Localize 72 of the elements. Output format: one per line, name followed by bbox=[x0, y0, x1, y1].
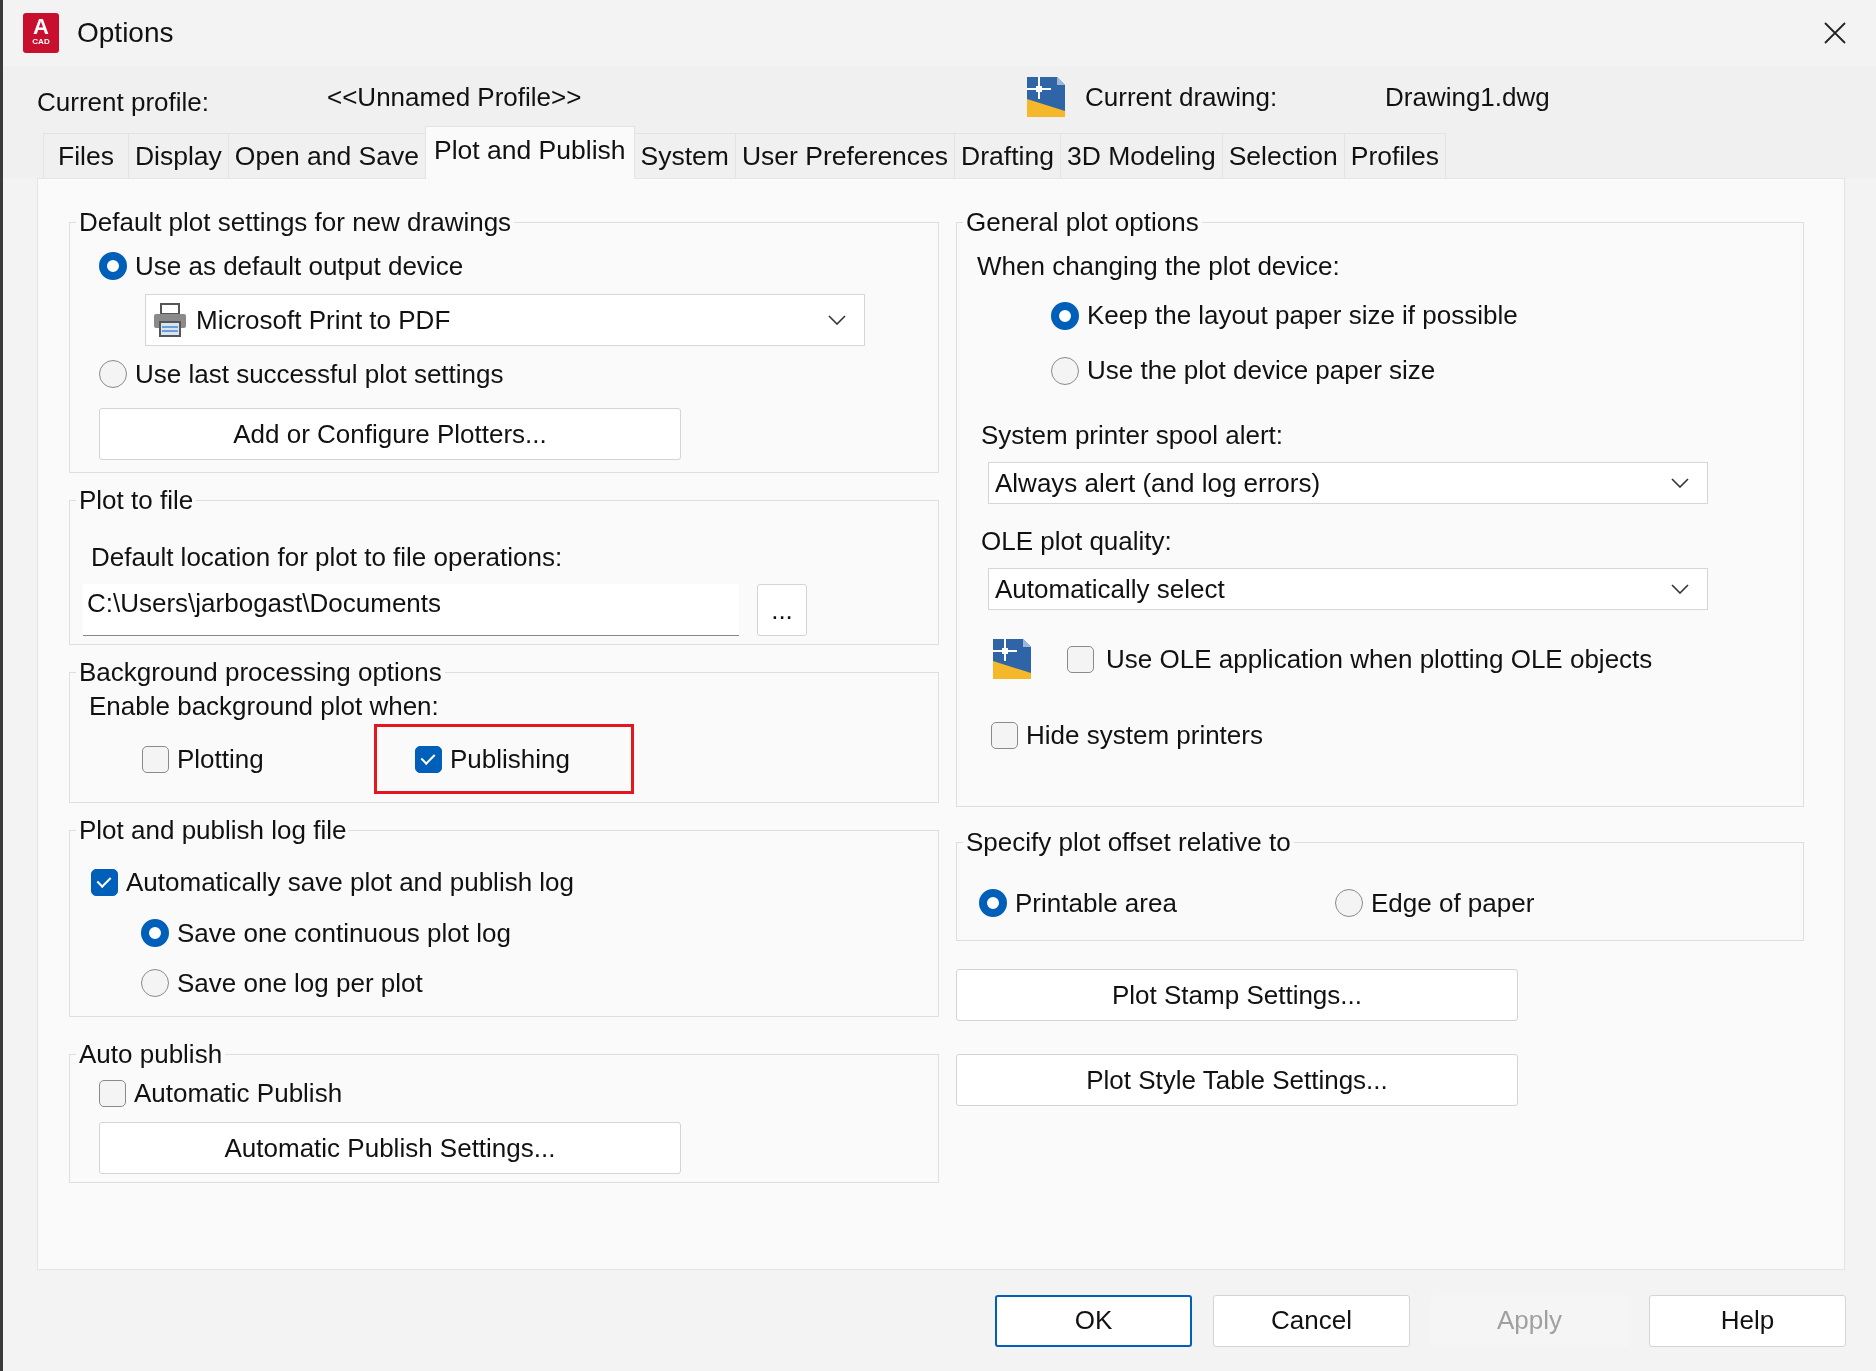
checkbox[interactable] bbox=[991, 721, 1018, 749]
configure-plotters-button[interactable]: Add or Configure Plotters... bbox=[99, 408, 681, 460]
dropdown-value: Always alert (and log errors) bbox=[995, 467, 1322, 499]
drawing-label: Current drawing: bbox=[1085, 81, 1279, 113]
checkbox[interactable] bbox=[99, 1079, 126, 1107]
drawing-file-icon bbox=[993, 639, 1031, 679]
radio-button[interactable] bbox=[141, 969, 169, 997]
radio-label: Keep the layout paper size if possible bbox=[1087, 300, 1518, 331]
dropdown-value: Automatically select bbox=[995, 573, 1226, 605]
checkbox-label: Use OLE application when plotting OLE objects bbox=[1106, 643, 1653, 675]
profile-name: <<Unnamed Profile>> bbox=[327, 81, 583, 113]
radio-button[interactable] bbox=[1051, 356, 1079, 385]
checkbox-label: Plotting bbox=[177, 743, 264, 775]
group-title: Plot and publish log file bbox=[78, 815, 348, 846]
close-icon bbox=[1824, 22, 1846, 44]
group-title: Plot to file bbox=[78, 485, 195, 516]
group-title: Auto publish bbox=[78, 1039, 224, 1070]
field-label: Default location for plot to file operations: bbox=[91, 540, 564, 574]
logo-letter: A bbox=[33, 16, 49, 38]
radio-button[interactable] bbox=[1051, 301, 1079, 330]
tab[interactable]: Profiles bbox=[1343, 133, 1447, 178]
checkbox[interactable] bbox=[91, 868, 118, 896]
radio-button[interactable] bbox=[99, 252, 127, 280]
browse-button[interactable]: ... bbox=[757, 584, 807, 636]
radio-label: Save one log per plot bbox=[177, 967, 423, 999]
window-title: Options bbox=[77, 17, 174, 49]
checkbox[interactable] bbox=[142, 745, 169, 773]
chevron-down-icon bbox=[1671, 584, 1689, 594]
group-title: Background processing options bbox=[78, 657, 443, 688]
dropdown[interactable]: Always alert (and log errors) bbox=[988, 462, 1708, 504]
radio-label: Use last successful plot settings bbox=[135, 358, 504, 390]
chevron-down-icon bbox=[1671, 478, 1689, 488]
option-label: Enable background plot when: bbox=[89, 689, 440, 723]
settings-button[interactable]: Plot Stamp Settings... bbox=[956, 969, 1518, 1021]
dropdown[interactable]: Microsoft Print to PDF bbox=[145, 294, 865, 346]
chevron-down-icon bbox=[828, 315, 846, 325]
radio-label: Use the plot device paper size bbox=[1087, 355, 1436, 386]
radio-label: Use as default output device bbox=[135, 250, 464, 282]
radio-button[interactable] bbox=[141, 919, 169, 947]
option-label: OLE plot quality: bbox=[981, 524, 1173, 558]
radio-button[interactable] bbox=[99, 360, 127, 388]
checkbox-label: Automatically save plot and publish log bbox=[126, 866, 575, 898]
dropdown-value: Microsoft Print to PDF bbox=[196, 304, 452, 336]
radio-label: Edge of paper bbox=[1371, 887, 1535, 919]
settings-button[interactable]: Plot Style Table Settings... bbox=[956, 1054, 1518, 1106]
profile-label: Current profile: bbox=[37, 86, 210, 118]
option-label: System printer spool alert: bbox=[981, 418, 1284, 452]
dialog-button[interactable]: OK bbox=[995, 1294, 1192, 1347]
drawing-file-icon bbox=[1027, 77, 1065, 117]
checkbox-label: Publishing bbox=[450, 743, 570, 775]
dialog-button[interactable]: Help bbox=[1649, 1294, 1846, 1347]
radio-button[interactable] bbox=[979, 889, 1007, 917]
group-title: Default plot settings for new drawings bbox=[78, 207, 513, 238]
checkbox-label: Hide system printers bbox=[1026, 719, 1263, 751]
option-label: When changing the plot device: bbox=[977, 249, 1341, 283]
checkbox[interactable] bbox=[1067, 645, 1094, 673]
radio-label: Save one continuous plot log bbox=[177, 917, 511, 949]
logo-caption: CAD bbox=[32, 38, 50, 46]
radio-label: Printable area bbox=[1015, 887, 1177, 919]
publish-settings-button[interactable]: Automatic Publish Settings... bbox=[99, 1122, 681, 1174]
group-title: Specify plot offset relative to bbox=[965, 827, 1292, 858]
radio-button[interactable] bbox=[1335, 889, 1363, 917]
checkbox[interactable] bbox=[415, 745, 442, 773]
dropdown[interactable]: Automatically select bbox=[988, 568, 1708, 610]
group-title: General plot options bbox=[965, 207, 1200, 238]
checkbox-label: Automatic Publish bbox=[134, 1077, 343, 1109]
dialog-button[interactable]: Cancel bbox=[1213, 1294, 1410, 1347]
tab[interactable]: Files bbox=[43, 133, 129, 178]
tab[interactable]: Plot and Publish bbox=[425, 126, 635, 179]
path-field[interactable]: C:\Users\jarbogast\Documents bbox=[83, 584, 739, 636]
printer-icon bbox=[152, 302, 188, 338]
drawing-name: Drawing1.dwg bbox=[1385, 81, 1550, 113]
